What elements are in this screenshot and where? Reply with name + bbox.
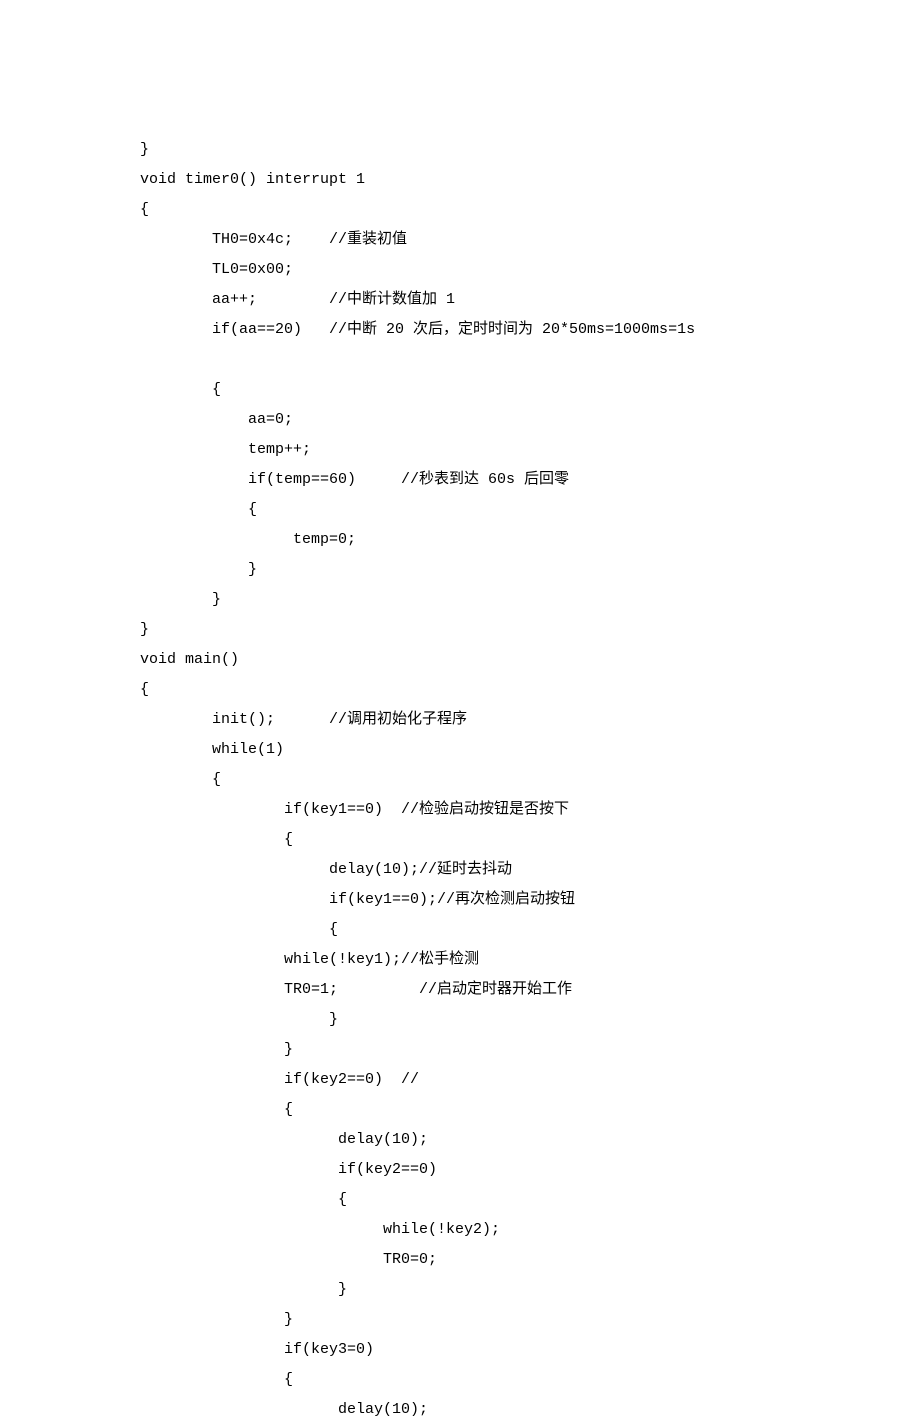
- code-line: temp++;: [140, 435, 920, 465]
- code-line: while(!key2);: [140, 1215, 920, 1245]
- code-line: if(key2==0) //: [140, 1065, 920, 1095]
- code-line: }: [140, 1305, 920, 1335]
- code-line: {: [140, 765, 920, 795]
- code-line: {: [140, 495, 920, 525]
- code-line: {: [140, 195, 920, 225]
- code-line: void main(): [140, 645, 920, 675]
- code-line: delay(10);: [140, 1125, 920, 1155]
- code-line: aa=0;: [140, 405, 920, 435]
- code-page: }void timer0() interrupt 1{ TH0=0x4c; //…: [0, 0, 920, 1425]
- code-line: TH0=0x4c; //重装初值: [140, 225, 920, 255]
- code-line: while(!key1);//松手检测: [140, 945, 920, 975]
- code-line: {: [140, 1365, 920, 1395]
- code-line: }: [140, 585, 920, 615]
- code-line: TR0=0;: [140, 1245, 920, 1275]
- code-line: {: [140, 375, 920, 405]
- code-line: if(aa==20) //中断 20 次后，定时时间为 20*50ms=1000…: [140, 315, 920, 345]
- code-line: }: [140, 135, 920, 165]
- code-line: if(temp==60) //秒表到达 60s 后回零: [140, 465, 920, 495]
- code-line: }: [140, 615, 920, 645]
- code-line: if(key1==0) //检验启动按钮是否按下: [140, 795, 920, 825]
- code-line: [140, 345, 920, 375]
- code-line: void timer0() interrupt 1: [140, 165, 920, 195]
- code-line: {: [140, 1185, 920, 1215]
- code-line: {: [140, 675, 920, 705]
- code-line: if(key3=0): [140, 1335, 920, 1365]
- code-line: init(); //调用初始化子程序: [140, 705, 920, 735]
- code-line: aa++; //中断计数值加 1: [140, 285, 920, 315]
- code-line: {: [140, 825, 920, 855]
- code-line: {: [140, 915, 920, 945]
- code-line: TR0=1; //启动定时器开始工作: [140, 975, 920, 1005]
- code-line: }: [140, 555, 920, 585]
- code-line: }: [140, 1275, 920, 1305]
- code-line: }: [140, 1035, 920, 1065]
- code-line: TL0=0x00;: [140, 255, 920, 285]
- code-line: if(key1==0);//再次检测启动按钮: [140, 885, 920, 915]
- code-line: if(key2==0): [140, 1155, 920, 1185]
- code-line: while(1): [140, 735, 920, 765]
- code-line: {: [140, 1095, 920, 1125]
- code-line: temp=0;: [140, 525, 920, 555]
- code-line: delay(10);//延时去抖动: [140, 855, 920, 885]
- code-line: }: [140, 1005, 920, 1035]
- code-line: delay(10);: [140, 1395, 920, 1425]
